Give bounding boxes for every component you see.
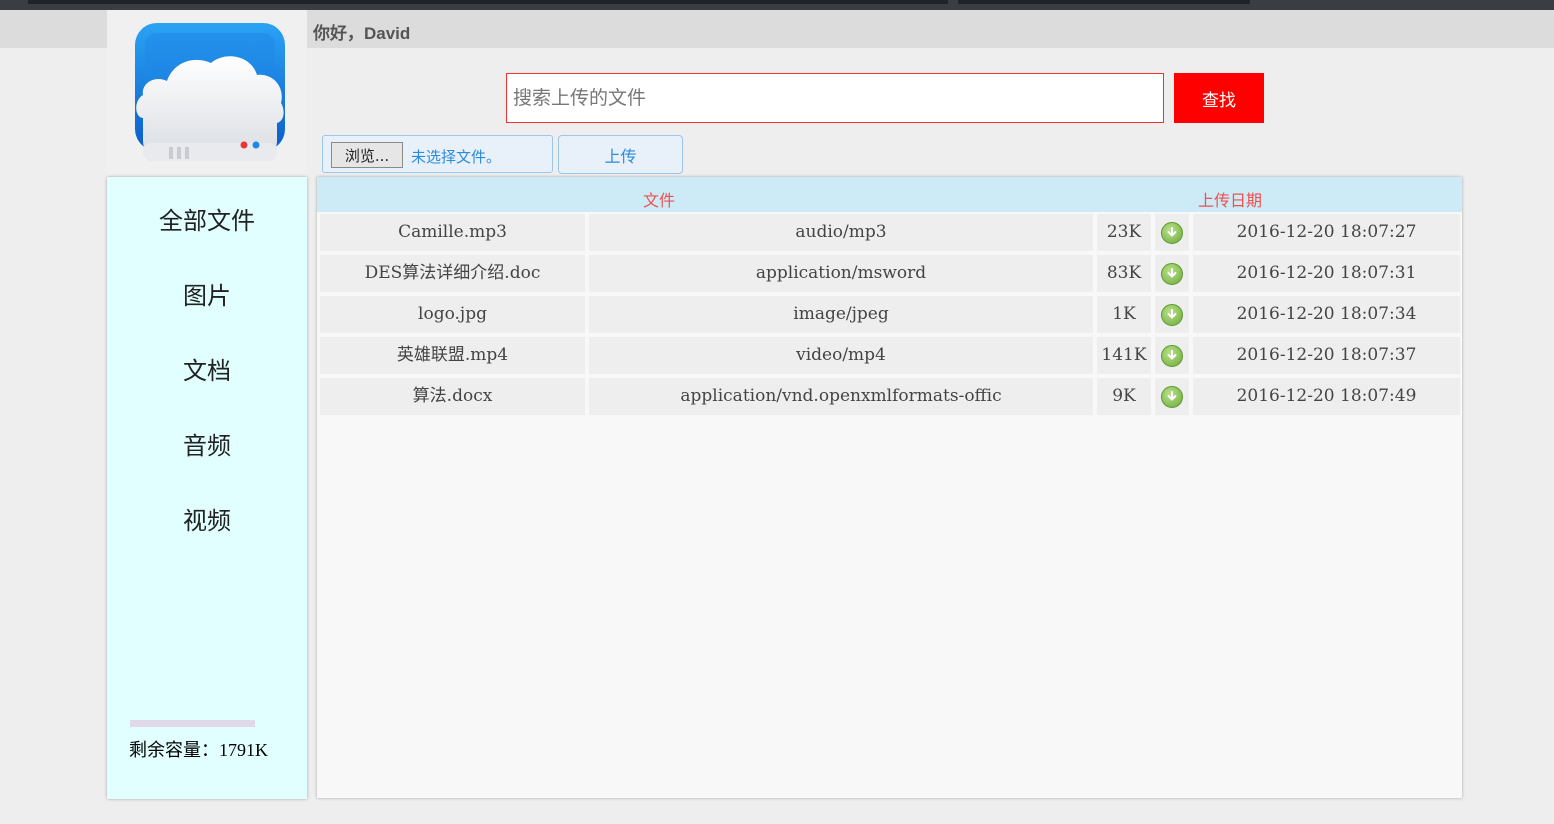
- file-name[interactable]: DES算法详细介绍.doc: [320, 255, 585, 292]
- file-name[interactable]: Camille.mp3: [320, 214, 585, 251]
- upload-date: 2016-12-20 18:07:27: [1193, 214, 1460, 251]
- table-row: Camille.mp3 audio/mp3 23K 2016-12-20 18:…: [317, 214, 1462, 251]
- file-type: application/vnd.openxmlformats-offic: [589, 378, 1093, 415]
- download-icon[interactable]: [1161, 304, 1183, 326]
- sidebar: 全部文件 图片 文档 音频 视频 剩余容量：1791K: [107, 177, 307, 799]
- capacity-text: 剩余容量：1791K: [129, 740, 268, 760]
- file-size: 141K: [1097, 337, 1151, 374]
- file-status-text: 未选择文件。: [411, 148, 502, 166]
- file-name[interactable]: 算法.docx: [320, 378, 585, 415]
- download-icon[interactable]: [1161, 345, 1183, 367]
- upload-button[interactable]: 上传: [558, 135, 683, 174]
- browse-button[interactable]: 浏览...: [331, 142, 403, 168]
- download-icon[interactable]: [1161, 263, 1183, 285]
- file-size: 1K: [1097, 296, 1151, 333]
- download-cell: [1155, 337, 1189, 374]
- file-type: audio/mp3: [589, 214, 1093, 251]
- download-cell: [1155, 296, 1189, 333]
- search-input[interactable]: [506, 73, 1164, 123]
- column-header-file: 文件: [643, 191, 676, 210]
- file-type: image/jpeg: [589, 296, 1093, 333]
- sidebar-item-all-files[interactable]: 全部文件: [107, 201, 307, 236]
- sidebar-item-images[interactable]: 图片: [107, 276, 307, 311]
- download-cell: [1155, 214, 1189, 251]
- sidebar-item-audio[interactable]: 音频: [107, 426, 307, 461]
- table-header: 文件 上传日期: [317, 177, 1462, 212]
- download-cell: [1155, 378, 1189, 415]
- sidebar-item-video[interactable]: 视频: [107, 501, 307, 536]
- file-name[interactable]: 英雄联盟.mp4: [320, 337, 585, 374]
- upload-date: 2016-12-20 18:07:31: [1193, 255, 1460, 292]
- file-size: 23K: [1097, 214, 1151, 251]
- browser-tab[interactable]: [28, 0, 948, 4]
- file-size: 9K: [1097, 378, 1151, 415]
- table-row: 英雄联盟.mp4 video/mp4 141K 2016-12-20 18:07…: [317, 337, 1462, 374]
- table-row: 算法.docx application/vnd.openxmlformats-o…: [317, 378, 1462, 415]
- download-icon[interactable]: [1161, 386, 1183, 408]
- upload-date: 2016-12-20 18:07:37: [1193, 337, 1460, 374]
- cloud-drive-logo-icon: [135, 23, 285, 161]
- table-row: DES算法详细介绍.doc application/msword 83K 201…: [317, 255, 1462, 292]
- download-cell: [1155, 255, 1189, 292]
- file-size: 83K: [1097, 255, 1151, 292]
- capacity-bar: [130, 720, 255, 727]
- file-table-panel: 文件 上传日期 Camille.mp3 audio/mp3 23K 2016-1…: [317, 177, 1462, 798]
- column-header-date: 上传日期: [1198, 191, 1263, 210]
- download-icon[interactable]: [1161, 222, 1183, 244]
- upload-date: 2016-12-20 18:07:49: [1193, 378, 1460, 415]
- logo-area: [107, 10, 307, 176]
- browser-tab[interactable]: [958, 0, 1250, 4]
- file-name[interactable]: logo.jpg: [320, 296, 585, 333]
- browser-top-strip: [0, 0, 1554, 10]
- file-type: application/msword: [589, 255, 1093, 292]
- upload-date: 2016-12-20 18:07:34: [1193, 296, 1460, 333]
- sidebar-item-documents[interactable]: 文档: [107, 351, 307, 386]
- greeting-text: 你好，David: [313, 24, 411, 43]
- file-picker[interactable]: 浏览... 未选择文件。: [322, 135, 553, 173]
- table-row: logo.jpg image/jpeg 1K 2016-12-20 18:07:…: [317, 296, 1462, 333]
- search-button[interactable]: 查找: [1174, 73, 1264, 123]
- file-type: video/mp4: [589, 337, 1093, 374]
